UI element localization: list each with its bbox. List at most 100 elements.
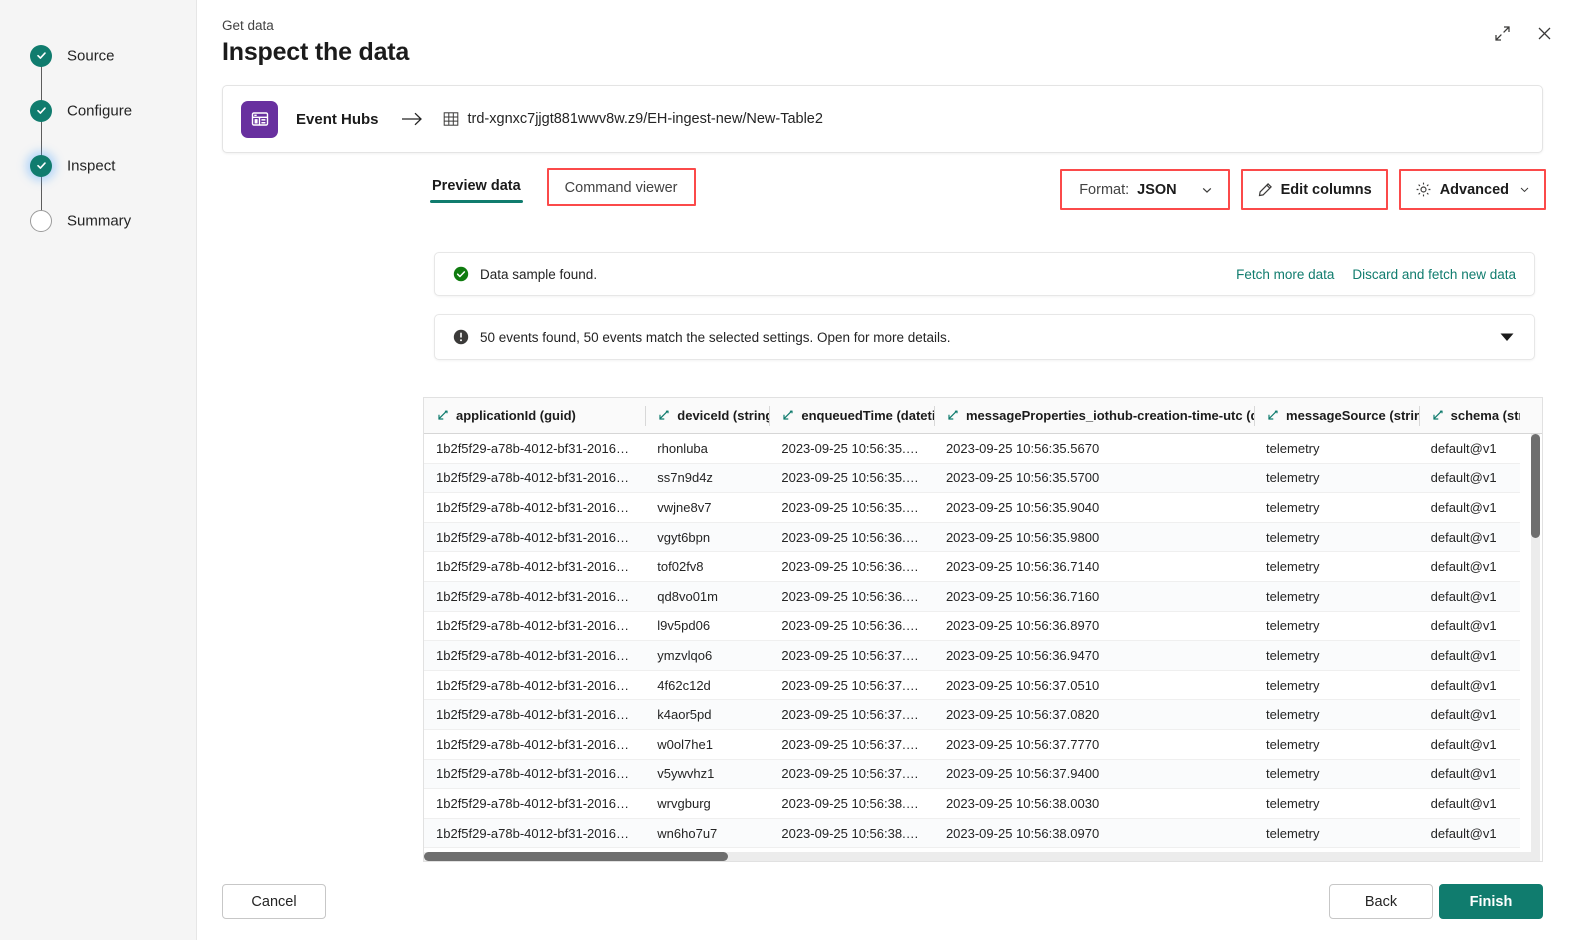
table-row[interactable]: 1b2f5f29-a78b-4012-bf31-2016473cadf6 l9v5… xyxy=(424,612,1520,642)
wizard-stepper-sidebar: Source Configure Inspect Summary xyxy=(0,0,197,940)
finish-button[interactable]: Finish xyxy=(1439,884,1543,919)
table-row[interactable]: 1b2f5f29-a78b-4012-bf31-2016473cadf6 w0ol… xyxy=(424,730,1520,760)
table-cell: 2023-09-25 10:56:38.1550 xyxy=(781,825,934,841)
fetch-more-data-link[interactable]: Fetch more data xyxy=(1236,267,1334,282)
edit-columns-label: Edit columns xyxy=(1280,181,1372,198)
sidebar-step-label: Inspect xyxy=(67,157,116,174)
table-cell: default@v1 xyxy=(1430,618,1497,634)
sidebar-step-source[interactable]: Source xyxy=(0,28,197,111)
column-header-messagesource[interactable]: messageSource (string) xyxy=(1254,398,1419,434)
table-cell: default@v1 xyxy=(1430,825,1497,841)
table-cell: 2023-09-25 10:56:37.0060 xyxy=(781,647,934,663)
table-cell: 2023-09-25 10:56:38.0370 xyxy=(781,795,934,811)
table-cell: ss7n9d4z xyxy=(657,470,713,486)
table-row[interactable]: 1b2f5f29-a78b-4012-bf31-2016473cadf6 wrvg… xyxy=(424,789,1520,819)
source-name: Event Hubs xyxy=(296,110,379,128)
table-cell: 2023-09-25 10:56:37.0510 xyxy=(945,677,1100,693)
vertical-scroll-thumb[interactable] xyxy=(1531,434,1540,538)
window-controls xyxy=(1486,18,1560,48)
format-dropdown[interactable]: Format: JSON xyxy=(1063,173,1226,206)
table-cell: default@v1 xyxy=(1430,677,1497,693)
tab-preview-data[interactable]: Preview data xyxy=(430,172,523,203)
preview-data-table: applicationId (guid) deviceId (string) enq… xyxy=(423,397,1543,862)
table-horizontal-scrollbar[interactable] xyxy=(424,852,1531,861)
preview-toolbar: Format: JSON Edit columns Advanced xyxy=(1060,169,1546,210)
table-cell: telemetry xyxy=(1266,647,1320,663)
table-cell: vwjne8v7 xyxy=(657,499,712,515)
table-cell: default@v1 xyxy=(1430,795,1497,811)
table-row[interactable]: 1b2f5f29-a78b-4012-bf31-2016473cadf6 vgyt… xyxy=(424,522,1520,553)
table-cell: l9v5pd06 xyxy=(657,618,711,634)
expand-icon[interactable] xyxy=(1486,18,1518,48)
table-cell: telemetry xyxy=(1266,736,1320,752)
advanced-label: Advanced xyxy=(1439,181,1509,198)
data-sample-bar: Data sample found. Fetch more data Disca… xyxy=(434,252,1535,296)
chevron-down-icon xyxy=(1201,184,1213,196)
column-header-messageproperties-iothub-creation-time-utc[interactable]: messageProperties_iothub-creation-time-u… xyxy=(933,398,1254,434)
discard-and-fetch-new-data-link[interactable]: Discard and fetch new data xyxy=(1352,267,1516,282)
events-found-bar[interactable]: 50 events found, 50 events match the sel… xyxy=(434,314,1535,360)
table-cell: 2023-09-25 10:56:36.9470 xyxy=(945,647,1100,663)
tab-command-viewer[interactable]: Command viewer xyxy=(551,172,692,204)
table-row[interactable]: 1b2f5f29-a78b-4012-bf31-2016473cadf6 v5yw… xyxy=(424,759,1520,790)
table-cell: 1b2f5f29-a78b-4012-bf31-2016473cadf6 xyxy=(436,677,645,693)
table-row[interactable]: 1b2f5f29-a78b-4012-bf31-2016473cadf6 ymzv… xyxy=(424,641,1520,671)
sidebar-step-inspect[interactable]: Inspect xyxy=(0,138,197,221)
table-cell: 1b2f5f29-a78b-4012-bf31-2016473cadf6 xyxy=(436,588,645,604)
table-cell: 1b2f5f29-a78b-4012-bf31-2016473cadf6 xyxy=(436,825,645,841)
table-cell: 1b2f5f29-a78b-4012-bf31-2016473cadf6 xyxy=(436,559,645,575)
table-cell: 2023-09-25 10:56:37.9400 xyxy=(945,766,1100,782)
table-cell: telemetry xyxy=(1266,440,1320,456)
chevron-down-icon[interactable] xyxy=(1498,331,1516,343)
table-row[interactable]: 1b2f5f29-a78b-4012-bf31-2016473cadf6 tof0… xyxy=(424,552,1520,582)
column-header-applicationid[interactable]: applicationId (guid) xyxy=(424,398,645,434)
table-cell: wn6ho7u7 xyxy=(657,825,718,841)
cancel-button[interactable]: Cancel xyxy=(222,884,326,919)
column-header-deviceid[interactable]: deviceId (string) xyxy=(645,398,769,434)
column-header-label: enqueuedTime (datetime) xyxy=(801,408,934,423)
advanced-dropdown[interactable]: Advanced xyxy=(1402,173,1543,206)
table-cell: default@v1 xyxy=(1430,529,1497,545)
column-header-label: deviceId (string) xyxy=(677,408,770,423)
column-type-icon xyxy=(657,409,670,422)
source-destination-card: Event Hubs trd-xgnxc7jjgt881wwv8w.z9/EH-… xyxy=(222,85,1543,153)
table-cell: 1b2f5f29-a78b-4012-bf31-2016473cadf6 xyxy=(436,470,645,486)
column-header-label: applicationId (guid) xyxy=(456,408,576,423)
table-cell: 2023-09-25 10:56:35.9590 xyxy=(781,499,934,515)
table-cell: 2023-09-25 10:56:35.5700 xyxy=(945,470,1100,486)
table-cell: default@v1 xyxy=(1430,499,1497,515)
table-cell: 4f62c12d xyxy=(657,677,711,693)
table-cell: vgyt6bpn xyxy=(657,529,711,545)
table-cell: telemetry xyxy=(1266,795,1320,811)
table-cell: telemetry xyxy=(1266,618,1320,634)
table-row[interactable]: 1b2f5f29-a78b-4012-bf31-2016473cadf6 4f62… xyxy=(424,671,1520,701)
table-cell: default@v1 xyxy=(1430,736,1497,752)
table-cell: 1b2f5f29-a78b-4012-bf31-2016473cadf6 xyxy=(436,618,645,634)
arrow-right-icon xyxy=(401,111,423,127)
table-vertical-scrollbar[interactable] xyxy=(1531,434,1540,861)
horizontal-scroll-thumb[interactable] xyxy=(424,852,729,861)
table-cell: telemetry xyxy=(1266,529,1320,545)
table-cell: 2023-09-25 10:56:36.9410 xyxy=(781,618,934,634)
table-row[interactable]: 1b2f5f29-a78b-4012-bf31-2016473cadf6 wn6h… xyxy=(424,818,1520,849)
table-row[interactable]: 1b2f5f29-a78b-4012-bf31-2016473cadf6 ss7n… xyxy=(424,463,1520,494)
table-row[interactable]: 1b2f5f29-a78b-4012-bf31-2016473cadf6 rhon… xyxy=(424,434,1520,464)
gear-icon xyxy=(1415,181,1432,198)
step-circle-empty-icon xyxy=(30,209,52,232)
edit-columns-button[interactable]: Edit columns xyxy=(1244,173,1385,206)
back-button[interactable]: Back xyxy=(1329,884,1433,919)
column-type-icon xyxy=(436,409,449,422)
table-cell: 1b2f5f29-a78b-4012-bf31-2016473cadf6 xyxy=(436,440,645,456)
close-icon[interactable] xyxy=(1528,18,1560,48)
column-header-enqueuedtime[interactable]: enqueuedTime (datetime) xyxy=(769,398,934,434)
column-type-icon xyxy=(1431,409,1444,422)
table-row[interactable]: 1b2f5f29-a78b-4012-bf31-2016473cadf6 k4ao… xyxy=(424,700,1520,730)
sidebar-step-configure[interactable]: Configure xyxy=(0,83,197,166)
column-header-schema[interactable]: schema (string) xyxy=(1418,398,1520,434)
table-row[interactable]: 1b2f5f29-a78b-4012-bf31-2016473cadf6 vwjn… xyxy=(424,493,1520,523)
table-header-row: applicationId (guid) deviceId (string) enq… xyxy=(424,398,1542,434)
sidebar-step-summary[interactable]: Summary xyxy=(0,193,197,248)
data-sample-message: Data sample found. xyxy=(480,266,598,282)
table-cell: default@v1 xyxy=(1430,440,1497,456)
table-row[interactable]: 1b2f5f29-a78b-4012-bf31-2016473cadf6 qd8v… xyxy=(424,581,1520,612)
